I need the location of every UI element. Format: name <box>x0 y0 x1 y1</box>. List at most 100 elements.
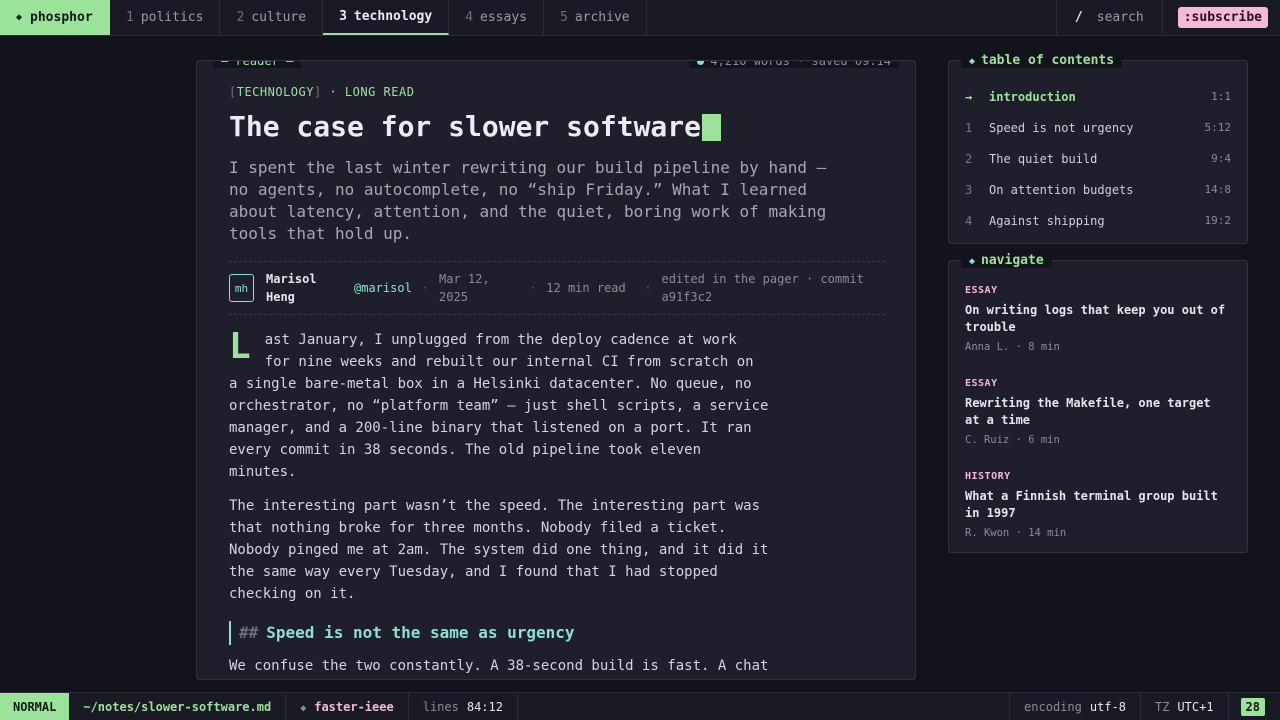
diamond-icon: ◆ <box>969 56 976 67</box>
kicker-bracket-close: ] <box>313 85 322 99</box>
navigate-label-text: navigate <box>981 253 1044 268</box>
subscribe-container: :subscribe <box>1163 0 1280 35</box>
reader-panel: — reader — 4,210 words · saved 09:14 [TE… <box>196 60 916 680</box>
tab-number: 3 <box>339 9 347 24</box>
tab-number: 2 <box>236 10 245 25</box>
tab-label: culture <box>251 10 307 25</box>
article: [TECHNOLOGY] · LONG READ The case for sl… <box>229 85 885 679</box>
section-heading: ## Speed is not the same as urgency <box>229 621 769 645</box>
tab-politics[interactable]: 1 politics <box>110 0 221 35</box>
toc-item-position: 19:2 <box>1204 214 1232 227</box>
tab-number: 1 <box>126 10 134 25</box>
related-article-tag: ESSAY <box>965 378 998 389</box>
tab-essays[interactable]: 4 essays <box>449 0 544 35</box>
byline: mh Marisol Heng @marisol · Mar 12, 2025 … <box>229 261 885 315</box>
encoding-segment: encoding utf-8 <box>1009 693 1140 720</box>
badge-segment: 28 <box>1227 693 1280 720</box>
toc-list: → introduction 1:1 1 Speed is not urgenc… <box>965 81 1231 236</box>
publish-date: Mar 12, 2025 <box>439 272 490 304</box>
related-list: ESSAY On writing logs that keep you out … <box>965 285 1231 564</box>
related-article-meta: C. Ruiz · 6 min <box>965 434 1060 446</box>
tz-label: TZ <box>1154 699 1170 714</box>
toc-item-label: On attention budgets <box>989 182 1134 197</box>
file-path[interactable]: ~/notes/slower-software.md <box>83 700 271 714</box>
toc-item-position: 1:1 <box>1211 90 1231 103</box>
avatar[interactable]: mh <box>229 274 254 302</box>
toc-item-marker: 4 <box>965 213 973 228</box>
toc-item-attention[interactable]: 3 On attention budgets 14:8 <box>965 174 1231 205</box>
article-title-text: The case for slower software <box>229 110 702 143</box>
branch-name[interactable]: ◆ faster-ieee <box>300 700 394 714</box>
lines-value: 84:12 <box>466 699 503 714</box>
reader-stats: 4,210 words · saved 09:14 <box>689 60 899 68</box>
tab-culture[interactable]: 2 culture <box>220 0 324 35</box>
kicker-type: · LONG READ <box>321 85 415 99</box>
diamond-icon: ◆ <box>300 702 307 714</box>
toc-item-introduction[interactable]: → introduction 1:1 <box>965 81 1231 112</box>
search-button[interactable]: / search <box>1055 0 1163 35</box>
toc-item-position: 9:4 <box>1211 152 1231 165</box>
tab-technology[interactable]: 3 technology <box>323 0 450 35</box>
related-article-title[interactable]: What a Finnish terminal group built in 1… <box>965 488 1231 522</box>
related-article-meta: R. Kwon · 14 min <box>965 527 1067 539</box>
drop-cap: L <box>229 326 251 367</box>
navigate-panel: ◆ navigate ESSAY On writing logs that kee… <box>948 253 1248 553</box>
lines-segment: lines 84:12 <box>409 693 518 720</box>
separator-dot: · <box>529 281 537 295</box>
tz-value: UTC+1 <box>1177 699 1214 714</box>
diamond-icon: ◆ <box>16 12 23 23</box>
section-heading-text: Speed is not the same as urgency <box>266 623 575 642</box>
toc-item-position: 5:12 <box>1204 121 1232 134</box>
search-shortcut-key: / <box>1074 10 1083 25</box>
file-path-segment: ~/notes/slower-software.md <box>69 693 287 720</box>
reader-label: — reader — <box>213 61 302 68</box>
subscribe-button[interactable]: :subscribe <box>1177 7 1268 28</box>
status-spacer <box>518 693 1009 720</box>
related-article-title[interactable]: Rewriting the Makefile, one target at a … <box>965 395 1231 429</box>
toc-item-marker: → <box>965 89 973 104</box>
heading-marker: ## <box>239 623 259 642</box>
article-kicker: [TECHNOLOGY] · LONG READ <box>229 85 885 99</box>
kicker-section[interactable]: TECHNOLOGY <box>237 85 314 99</box>
related-article[interactable]: ESSAY Rewriting the Makefile, one target… <box>965 378 1231 471</box>
related-article-meta: Anna L. · 8 min <box>965 341 1060 353</box>
toc-item-label: The quiet build <box>989 151 1098 166</box>
toc-item-label: Against shipping <box>989 213 1105 228</box>
related-article-title[interactable]: On writing logs that keep you out of tro… <box>965 302 1231 336</box>
encoding-value: utf-8 <box>1089 699 1126 714</box>
top-nav: ◆ phosphor 1 politics 2 culture 3 techno… <box>0 0 1280 36</box>
branch-text: faster-ieee <box>314 699 394 714</box>
paragraph-text: ast January, I unplugged from the deploy… <box>229 332 769 480</box>
article-body: Last January, I unplugged from the deplo… <box>229 326 769 679</box>
toc-item-position: 14:8 <box>1204 183 1232 196</box>
kicker-bracket-open: [ <box>229 85 237 99</box>
related-article[interactable]: ESSAY On writing logs that keep you out … <box>965 285 1231 378</box>
toc-item-quiet-build[interactable]: 2 The quiet build 9:4 <box>965 143 1231 174</box>
tab-label: essays <box>480 10 527 25</box>
diamond-icon: ◆ <box>969 256 976 267</box>
related-article[interactable]: HISTORY What a Finnish terminal group bu… <box>965 471 1231 564</box>
reader-stats-text: 4,210 words · saved 09:14 <box>710 60 891 68</box>
toc-item-against-shipping[interactable]: 4 Against shipping 19:2 <box>965 205 1231 236</box>
toc-item-speed[interactable]: 1 Speed is not urgency 5:12 <box>965 112 1231 143</box>
encoding-label: encoding <box>1024 699 1082 714</box>
branch-segment: ◆ faster-ieee <box>286 693 409 720</box>
tab-label: politics <box>140 10 204 25</box>
author-handle[interactable]: @marisol <box>354 281 412 295</box>
tab-label: technology <box>353 9 433 24</box>
article-title: The case for slower software <box>229 109 885 145</box>
author-name[interactable]: Marisol Heng <box>266 270 338 306</box>
edit-note: edited in the pager · commit a91f3c2 <box>661 272 864 304</box>
navigate-label: ◆ navigate <box>961 253 1052 268</box>
brand-logo[interactable]: ◆ phosphor <box>0 0 110 35</box>
tab-archive[interactable]: 5 archive <box>544 0 647 35</box>
toc-panel: ◆ table of contents → introduction 1:1 1 … <box>948 53 1248 244</box>
saved-status-dot-icon <box>697 61 705 65</box>
toc-item-marker: 2 <box>965 151 973 166</box>
toc-item-label: Speed is not urgency <box>989 120 1134 135</box>
related-article-tag: HISTORY <box>965 471 1011 482</box>
timezone-segment: TZ UTC+1 <box>1139 693 1228 720</box>
toc-label-text: table of contents <box>981 53 1115 68</box>
tab-label: archive <box>574 10 630 25</box>
